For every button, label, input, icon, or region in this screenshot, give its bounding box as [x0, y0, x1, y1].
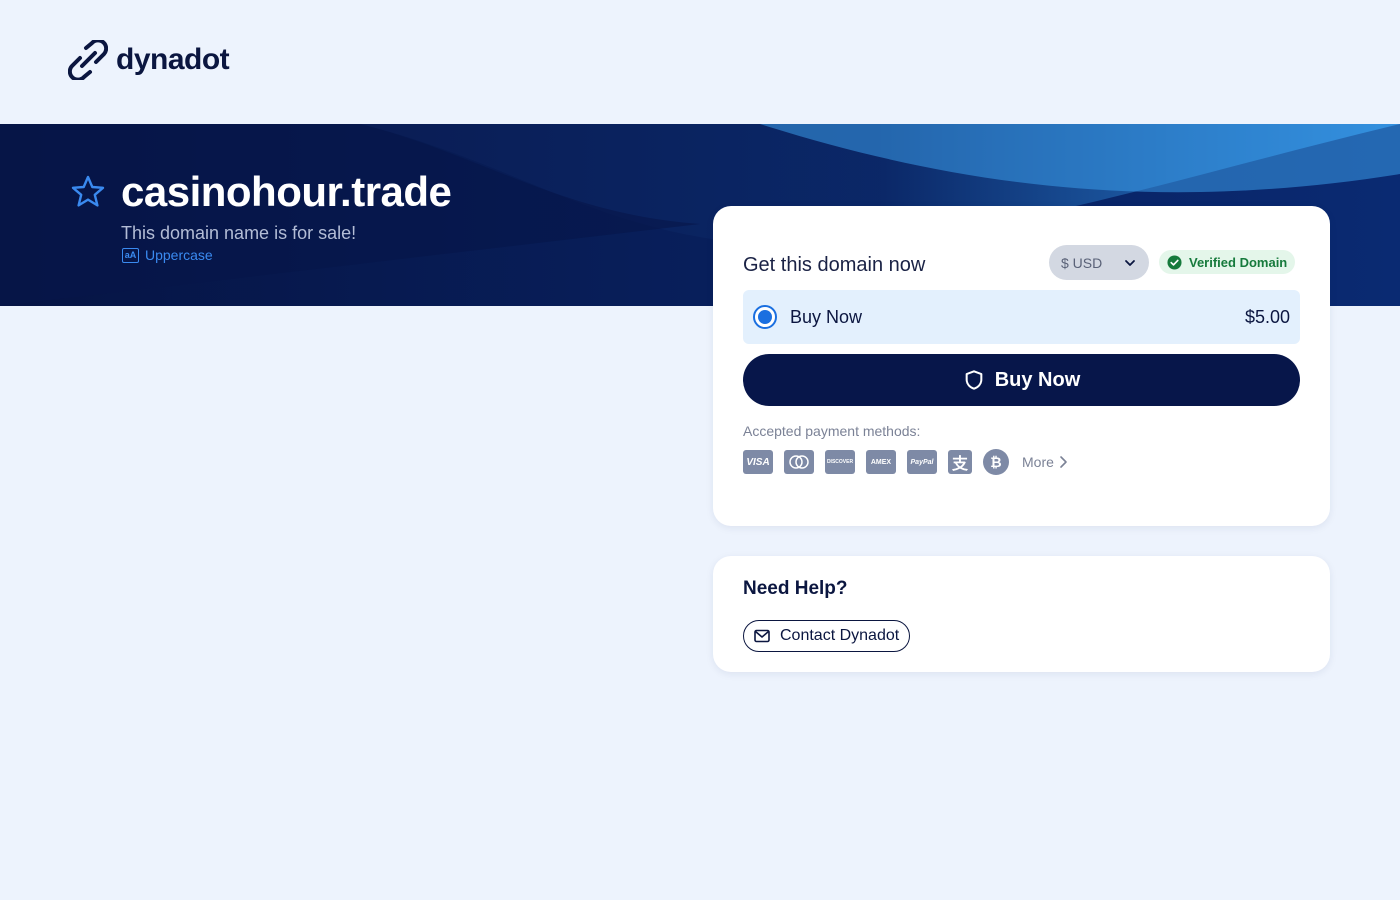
chevron-right-icon — [1060, 456, 1067, 468]
site-header: dynadot — [0, 0, 1400, 124]
mail-icon — [754, 629, 770, 643]
chevron-down-icon — [1125, 259, 1135, 266]
verified-badge: Verified Domain — [1159, 250, 1296, 274]
help-card: Need Help? Contact Dynadot — [713, 556, 1330, 672]
check-circle-icon — [1167, 254, 1182, 270]
contact-label: Contact Dynadot — [780, 627, 900, 644]
verified-label: Verified Domain — [1189, 254, 1288, 270]
mastercard-icon — [784, 450, 814, 474]
alipay-icon: 支 — [948, 450, 972, 474]
chain-link-icon — [68, 40, 108, 80]
more-label: More — [1022, 454, 1054, 470]
buy-button-label: Buy Now — [994, 368, 1081, 391]
bitcoin-icon: ₿ — [983, 449, 1009, 475]
buy-now-button[interactable]: Buy Now — [743, 354, 1300, 406]
for-sale-subtitle: This domain name is for sale! — [121, 223, 357, 243]
buy-now-radio[interactable] — [753, 305, 777, 329]
dynadot-logo[interactable]: dynadot — [68, 40, 230, 80]
discover-icon: DISCOVER — [825, 450, 855, 474]
radio-selected-dot — [758, 310, 772, 324]
more-payment-methods[interactable]: More — [1022, 454, 1068, 470]
payment-methods-label: Accepted payment methods: — [743, 423, 921, 439]
contact-button[interactable]: Contact Dynadot — [743, 620, 911, 652]
uppercase-label: Uppercase — [145, 247, 213, 263]
amex-icon: AMEX — [866, 450, 896, 474]
help-title: Need Help? — [743, 578, 848, 599]
currency-select[interactable]: $ USD — [1049, 245, 1149, 280]
paypal-icon: PayPal — [907, 450, 937, 474]
option-price: $5.00 — [1244, 306, 1290, 327]
favorite-star-icon[interactable] — [70, 174, 106, 210]
uppercase-toggle[interactable]: aA Uppercase — [122, 247, 213, 263]
shield-icon — [965, 370, 983, 390]
payment-methods: VISA DISCOVER AMEX PayPal 支 ₿ More — [743, 449, 1068, 475]
text-case-icon: aA — [122, 247, 139, 263]
visa-icon: VISA — [743, 450, 773, 474]
domain-name: casinohour.trade — [121, 168, 452, 215]
buy-now-option[interactable]: Buy Now $5.00 — [743, 290, 1300, 344]
currency-value: $ USD — [1061, 254, 1103, 271]
purchase-heading: Get this domain now — [743, 254, 926, 276]
brand-name: dynadot — [116, 43, 230, 76]
purchase-card: Get this domain now $ USD Verified Domai… — [713, 206, 1330, 526]
option-label: Buy Now — [790, 306, 863, 327]
